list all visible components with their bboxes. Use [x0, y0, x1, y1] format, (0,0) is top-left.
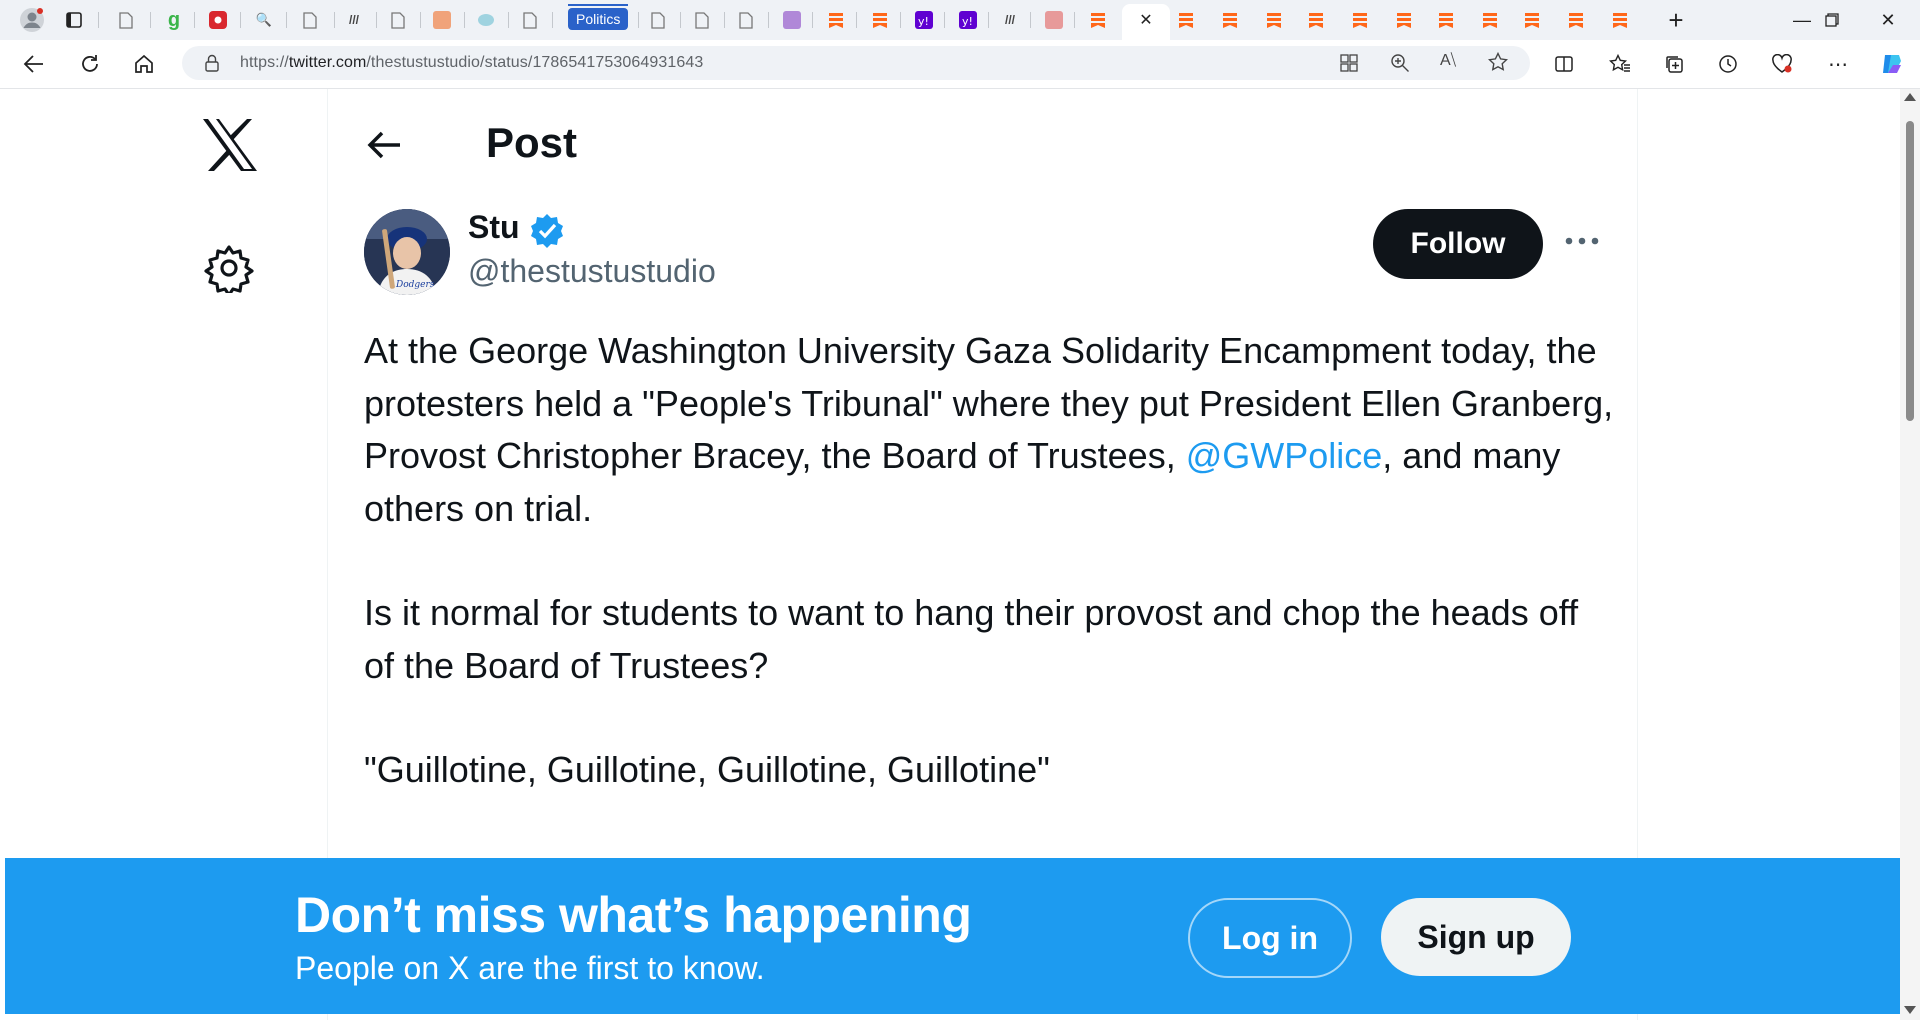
substack-icon[interactable] [1480, 10, 1500, 30]
news-site-icon[interactable]: /// [344, 10, 364, 30]
author-name[interactable]: Stu [468, 209, 520, 246]
address-bar[interactable]: https://twitter.com/thestustustudio/stat… [182, 46, 1530, 80]
page-title: Post [486, 119, 578, 166]
yahoo-icon[interactable]: y! [958, 10, 978, 30]
page-icon[interactable] [520, 10, 540, 30]
author-handle[interactable]: @thestustustudio [468, 253, 716, 290]
split-screen-icon[interactable] [1548, 48, 1580, 80]
banner-title: Don’t miss what’s happening [295, 887, 972, 943]
substack-icon[interactable] [1350, 10, 1370, 30]
back-icon[interactable] [18, 48, 50, 80]
page-icon[interactable] [648, 10, 668, 30]
more-options-icon[interactable] [1560, 219, 1604, 263]
login-button[interactable]: Log in [1188, 898, 1352, 978]
yahoo-icon[interactable] [782, 10, 802, 30]
verified-badge-icon [528, 212, 566, 250]
tweet-text: At the George Washington University Gaza… [364, 325, 1614, 797]
restore-icon[interactable] [1810, 6, 1854, 34]
follow-button[interactable]: Follow [1373, 209, 1543, 279]
yahoo-icon[interactable]: y! [914, 10, 934, 30]
signup-banner: Don’t miss what’s happening People on X … [5, 858, 1900, 1014]
collections-icon[interactable] [1658, 48, 1690, 80]
tweet-paragraph: Is it normal for students to want to han… [364, 592, 1579, 686]
tab-politics[interactable]: Politics [568, 4, 629, 30]
tweet-paragraph: At the George Washington University Gaza… [364, 325, 1614, 535]
substack-icon[interactable] [1566, 10, 1586, 30]
back-arrow-icon[interactable] [360, 125, 408, 165]
chat-tab-icon[interactable] [476, 10, 496, 30]
substack-icon[interactable] [870, 10, 890, 30]
signup-button[interactable]: Sign up [1381, 898, 1571, 976]
substack-icon[interactable] [1176, 10, 1196, 30]
scroll-up-arrow-icon[interactable] [1904, 93, 1916, 101]
svg-text:y!: y! [962, 15, 973, 28]
page-icon[interactable] [300, 10, 320, 30]
svg-text:y!: y! [918, 15, 929, 28]
app-available-icon[interactable] [1340, 54, 1358, 77]
refresh-icon[interactable] [74, 48, 106, 80]
browser-toolbar: https://twitter.com/thestustustudio/stat… [0, 40, 1920, 89]
page-icon[interactable] [116, 10, 136, 30]
reader-icon[interactable] [1044, 10, 1064, 30]
tweet-paragraph: "Guillotine, Guillotine, Guillotine, Gui… [364, 749, 1050, 790]
scroll-thumb[interactable] [1906, 121, 1914, 421]
browser-essentials-icon[interactable] [1766, 48, 1798, 80]
record-icon[interactable] [208, 10, 228, 30]
substack-icon[interactable] [1220, 10, 1240, 30]
gear-icon[interactable] [204, 243, 254, 297]
home-icon[interactable] [128, 48, 160, 80]
substack-icon[interactable] [1436, 10, 1456, 30]
history-icon[interactable] [1712, 48, 1744, 80]
scroll-down-arrow-icon[interactable] [1904, 1006, 1916, 1014]
substack-icon[interactable] [1088, 10, 1108, 30]
favorites-icon[interactable] [1604, 48, 1636, 80]
substack-icon[interactable] [1394, 10, 1414, 30]
substack-icon[interactable] [1264, 10, 1284, 30]
copilot-icon[interactable] [1876, 48, 1908, 80]
svg-text:Dodgers: Dodgers [395, 280, 435, 290]
avatar[interactable]: Dodgers [364, 209, 450, 295]
close-tab-icon[interactable]: ✕ [1136, 10, 1156, 30]
substack-icon[interactable] [826, 10, 846, 30]
new-tab-icon[interactable]: + [1666, 5, 1686, 35]
read-aloud-icon[interactable]: A⧹ [1440, 52, 1456, 70]
x-logo-icon[interactable] [200, 117, 260, 173]
substack-icon[interactable] [1522, 10, 1542, 30]
zoom-icon[interactable] [1390, 53, 1410, 78]
substack-icon[interactable] [1306, 10, 1326, 30]
tab-actions-icon[interactable] [64, 10, 84, 30]
substack-icon[interactable] [1610, 10, 1630, 30]
grammarly-icon[interactable]: g [164, 9, 184, 31]
page-icon[interactable] [736, 10, 756, 30]
browser-tab-bar: g 🔍 /// Politics y! y! /// ✕ + — ✕ [0, 0, 1920, 40]
bookmark-tab-icon[interactable] [432, 10, 452, 30]
page-icon[interactable] [692, 10, 712, 30]
search-tab-icon[interactable]: 🔍 [254, 10, 274, 30]
favorite-star-icon[interactable] [1487, 51, 1509, 77]
profile-avatar-icon[interactable] [18, 6, 46, 34]
page-icon[interactable] [388, 10, 408, 30]
url-text[interactable]: https://twitter.com/thestustustudio/stat… [240, 54, 703, 72]
lock-icon[interactable] [204, 54, 220, 77]
mention-link[interactable]: @GWPolice [1186, 435, 1383, 476]
news-site-icon[interactable]: /// [1000, 10, 1020, 30]
banner-subtitle: People on X are the first to know. [295, 950, 765, 986]
close-window-icon[interactable]: ✕ [1866, 6, 1910, 34]
more-options-icon[interactable]: ⋯ [1822, 48, 1854, 80]
page-scrollbar[interactable] [1900, 89, 1920, 1020]
